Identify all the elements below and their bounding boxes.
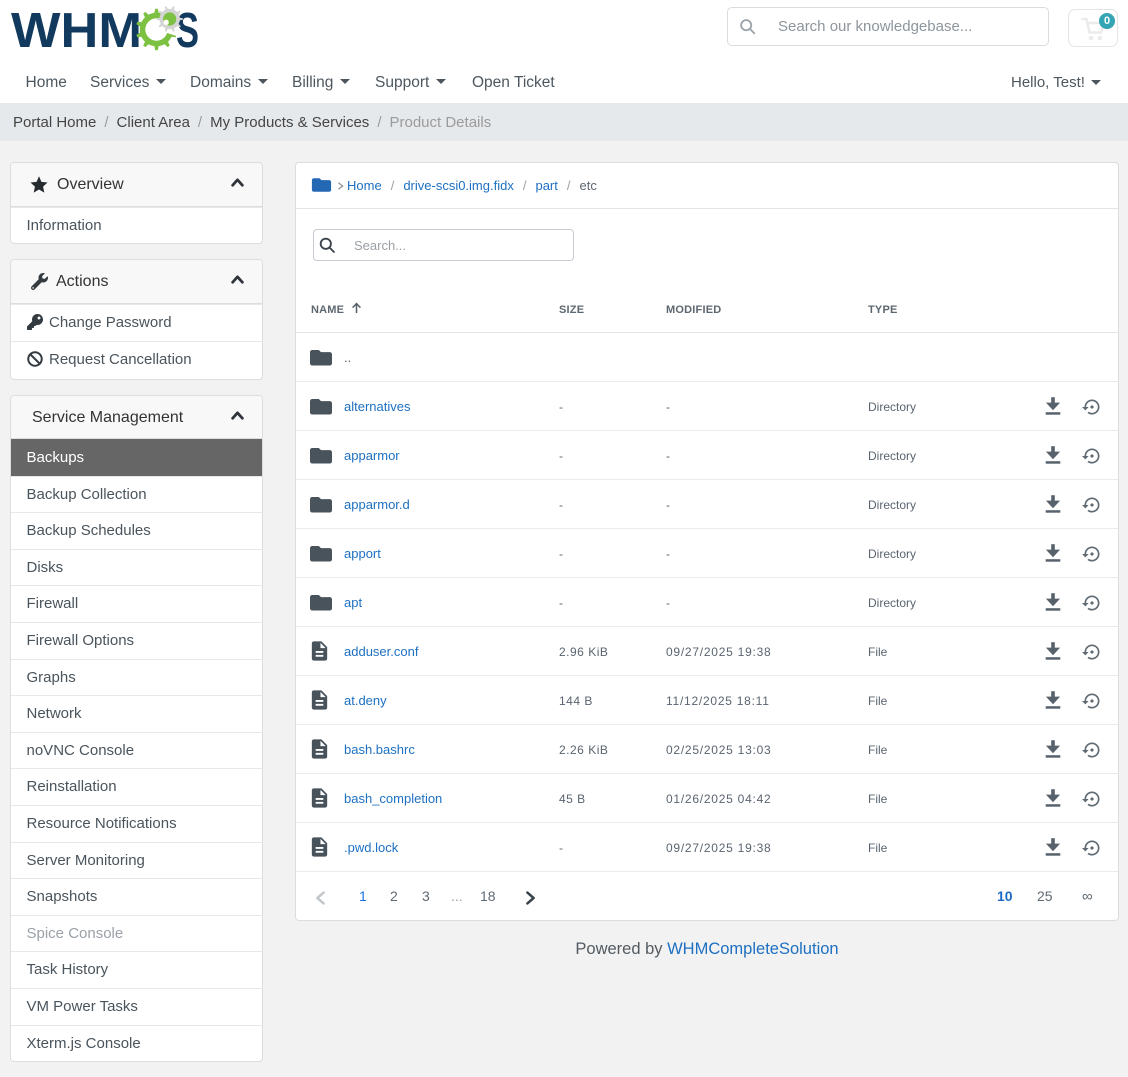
svg-text:WHM: WHM: [11, 5, 142, 57]
